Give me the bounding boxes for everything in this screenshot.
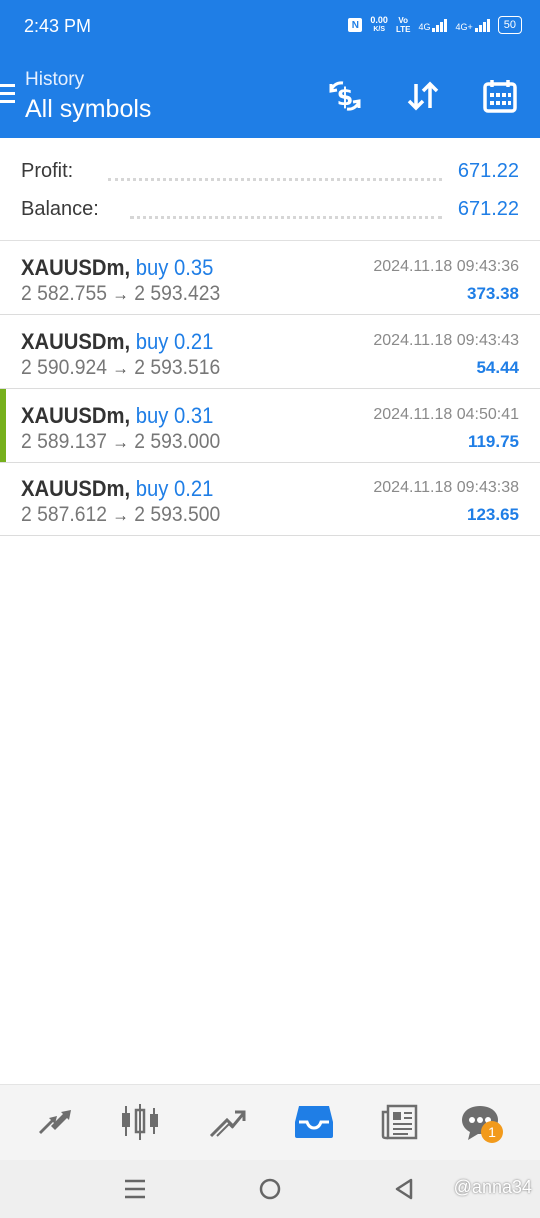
app-header: 2:43 PM N 0.00 K/S Vo LTE 4G 4G+ 50 Hist… bbox=[0, 0, 540, 138]
status-icons: N 0.00 K/S Vo LTE 4G 4G+ 50 bbox=[348, 16, 522, 34]
trade-profit: 54.44 bbox=[476, 358, 519, 377]
account-summary: Profit: 671.22 Balance: 671.22 bbox=[0, 140, 540, 241]
bottom-nav: 1 bbox=[0, 1084, 540, 1161]
history-icon[interactable] bbox=[289, 1097, 339, 1147]
trade-prices: 2 582.755 → 2 593.423 bbox=[21, 282, 221, 305]
selection-marker bbox=[0, 389, 6, 462]
signal-icon bbox=[474, 18, 490, 32]
nfc-icon: N bbox=[348, 18, 363, 32]
dollar-sync-icon[interactable]: $ bbox=[323, 74, 367, 118]
back-icon[interactable] bbox=[384, 1172, 424, 1206]
profit-value: 671.22 bbox=[457, 160, 519, 182]
balance-row: Balance: 671.22 bbox=[0, 190, 540, 226]
system-nav-bar: @anna34 bbox=[0, 1160, 540, 1218]
balance-value: 671.22 bbox=[457, 198, 519, 220]
trade-profit: 373.38 bbox=[467, 284, 519, 303]
trade-time: 2024.11.18 09:43:36 bbox=[373, 258, 519, 275]
trade-profit: 123.65 bbox=[467, 505, 519, 524]
symbol-filter[interactable]: All symbols bbox=[25, 95, 151, 124]
profit-row: Profit: 671.22 bbox=[0, 152, 540, 188]
page-title: History bbox=[25, 69, 85, 90]
calendar-icon[interactable] bbox=[478, 74, 522, 118]
chat-icon[interactable]: 1 bbox=[455, 1097, 505, 1147]
trade-prices: 2 590.924 → 2 593.516 bbox=[21, 356, 221, 379]
trade-row[interactable]: XAUUSDm, buy 0.21 2 587.612 → 2 593.500 … bbox=[0, 462, 540, 536]
recent-apps-icon[interactable] bbox=[115, 1172, 155, 1206]
signal-2: 4G+ bbox=[455, 18, 490, 32]
trade-row[interactable]: XAUUSDm, buy 0.35 2 582.755 → 2 593.423 … bbox=[0, 241, 540, 315]
news-icon[interactable] bbox=[375, 1097, 425, 1147]
chat-badge: 1 bbox=[481, 1121, 503, 1143]
dot-leader bbox=[108, 178, 442, 181]
trade-profit: 119.75 bbox=[467, 432, 519, 451]
balance-label: Balance: bbox=[21, 198, 99, 220]
trade-symbol: XAUUSDm, buy 0.31 bbox=[21, 403, 214, 428]
profit-label: Profit: bbox=[21, 160, 74, 182]
trade-time: 2024.11.18 04:50:41 bbox=[373, 406, 519, 423]
trade-row[interactable]: XAUUSDm, buy 0.21 2 590.924 → 2 593.516 … bbox=[0, 315, 540, 389]
signal-icon bbox=[432, 18, 448, 32]
watermark: @anna34 bbox=[453, 1177, 532, 1197]
trade-time: 2024.11.18 09:43:38 bbox=[373, 479, 519, 496]
trade-symbol: XAUUSDm, buy 0.21 bbox=[21, 476, 214, 501]
dot-leader bbox=[130, 216, 442, 219]
trade-symbol: XAUUSDm, buy 0.21 bbox=[21, 329, 214, 354]
menu-icon[interactable] bbox=[0, 84, 15, 108]
trade-time: 2024.11.18 09:43:43 bbox=[373, 332, 519, 349]
trade-row-selected[interactable]: XAUUSDm, buy 0.31 2 589.137 → 2 593.000 … bbox=[0, 389, 540, 463]
status-time: 2:43 PM bbox=[24, 16, 92, 36]
trade-prices: 2 589.137 → 2 593.000 bbox=[21, 430, 221, 453]
trade-symbol: XAUUSDm, buy 0.35 bbox=[21, 255, 214, 280]
home-icon[interactable] bbox=[250, 1172, 290, 1206]
svg-text:$: $ bbox=[337, 83, 354, 111]
battery-icon: 50 bbox=[497, 16, 522, 34]
chart-icon[interactable] bbox=[115, 1097, 165, 1147]
volte-indicator: Vo LTE bbox=[395, 16, 411, 34]
net-speed: 0.00 K/S bbox=[370, 15, 388, 34]
sort-icon[interactable] bbox=[401, 74, 445, 118]
quotes-icon[interactable] bbox=[30, 1097, 80, 1147]
trade-icon[interactable] bbox=[202, 1097, 252, 1147]
trade-prices: 2 587.612 → 2 593.500 bbox=[21, 503, 221, 526]
signal-1: 4G bbox=[418, 18, 448, 32]
